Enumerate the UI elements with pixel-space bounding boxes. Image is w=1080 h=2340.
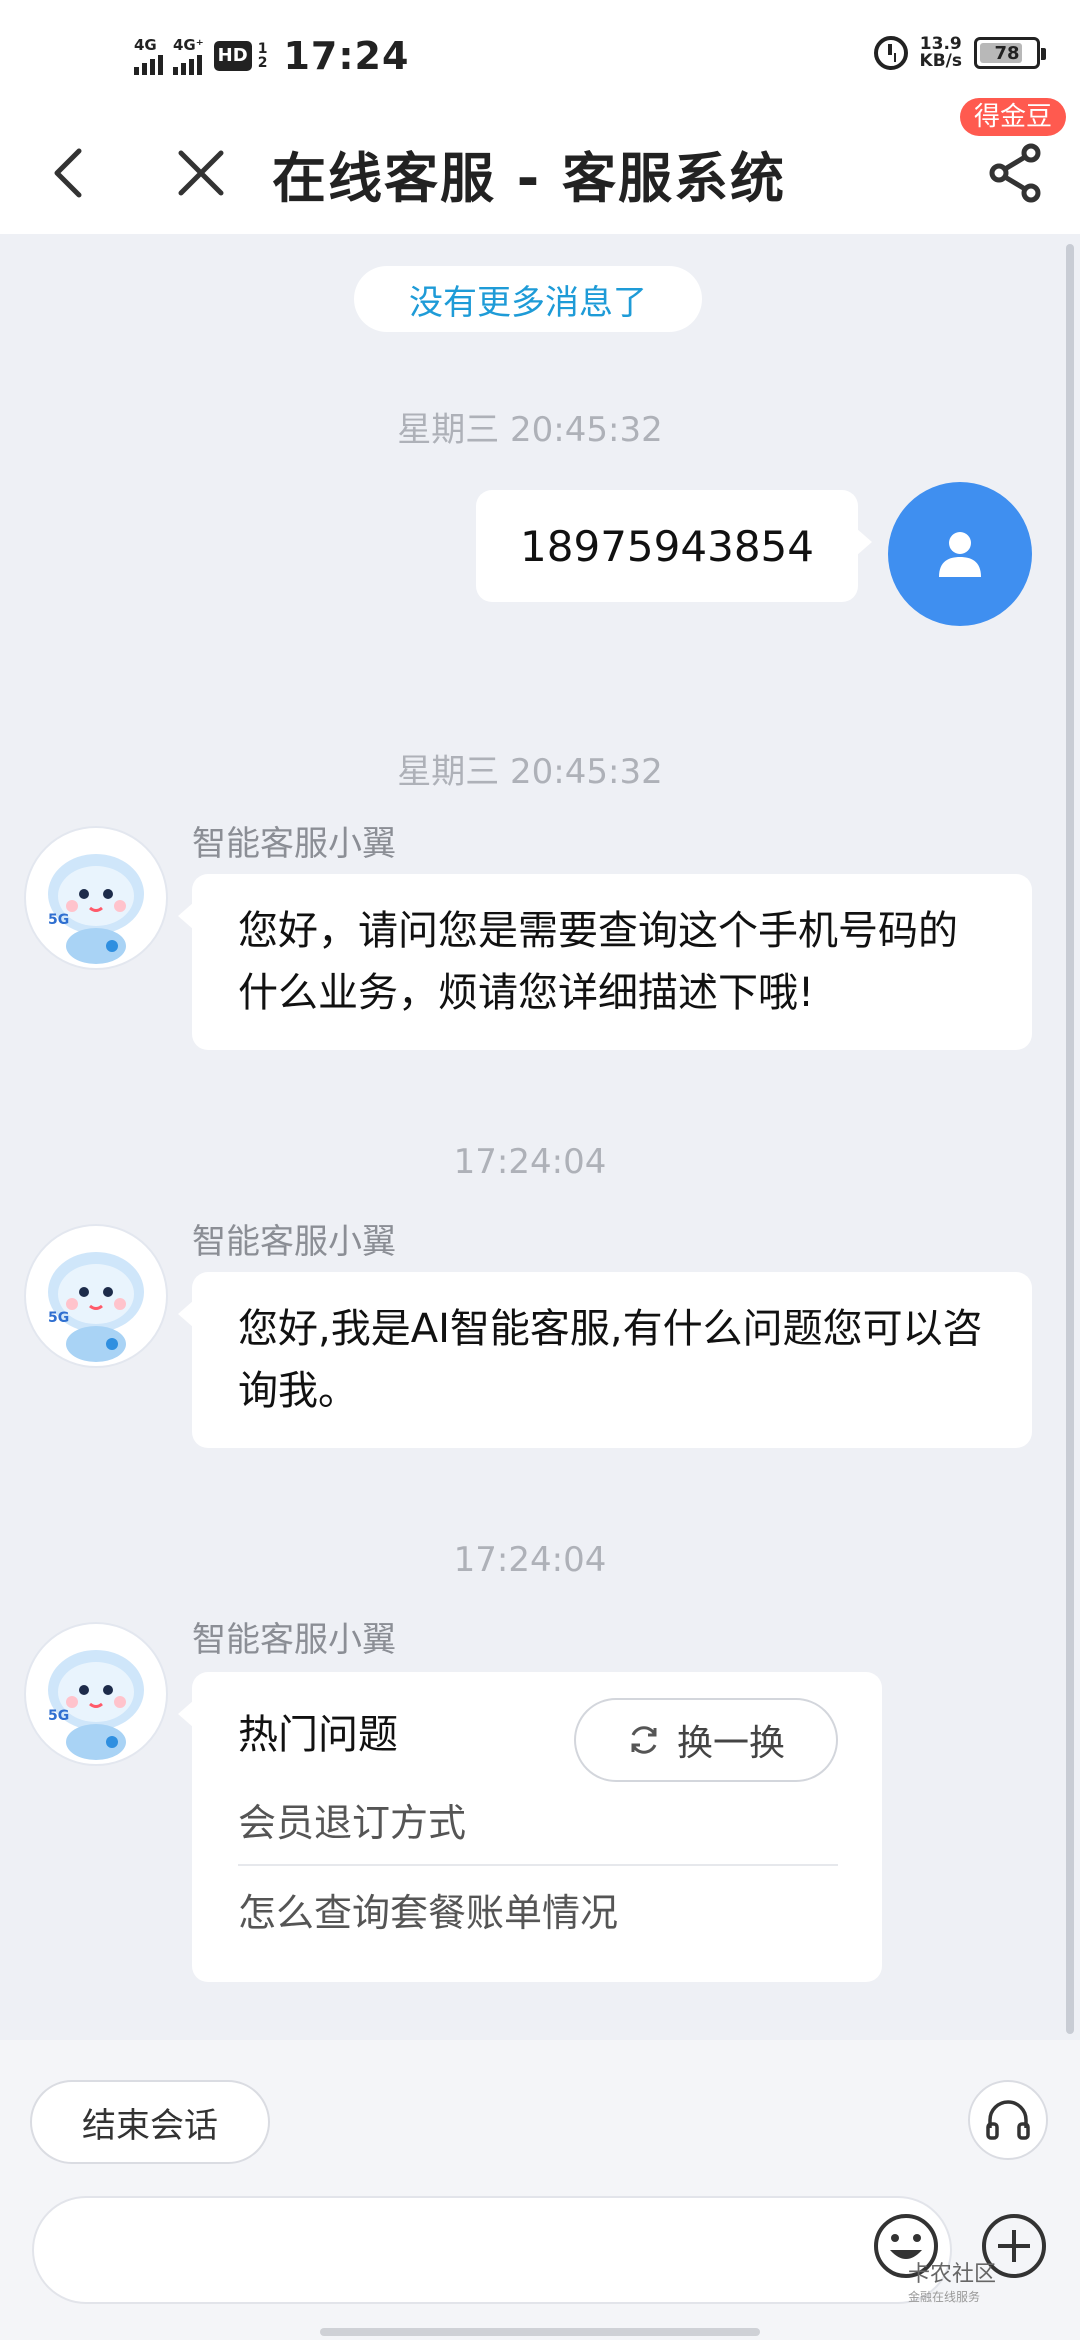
hd-voice-icon: HD: [213, 41, 252, 71]
alarm-icon: [873, 36, 908, 70]
share-icon: [989, 143, 1041, 203]
svg-text:5G: 5G: [48, 1310, 69, 1326]
bot-avatar: 5G: [24, 826, 168, 970]
network-speed: 13.9 KB/s: [919, 34, 962, 71]
user-message-bubble: 18975943854: [476, 490, 872, 602]
human-agent-button[interactable]: [968, 2080, 1048, 2160]
no-more-messages: 没有更多消息了: [354, 266, 702, 332]
chat-area[interactable]: 没有更多消息了 星期三 20:45:32 18975943854 星期三 20:…: [0, 234, 1080, 2040]
robot-mascot-icon: 5G: [48, 854, 144, 964]
message-input[interactable]: [32, 2196, 952, 2304]
bot-name: 智能客服小翼: [192, 1620, 396, 1660]
page-title: 在线客服 - 客服系统: [272, 147, 787, 210]
status-bar: 4G 4G⁺ HD 12 17:24 13.9 KB/s 78: [0, 0, 1080, 108]
battery-icon: 78: [974, 37, 1046, 69]
chevron-left-icon: [54, 148, 82, 198]
gold-bean-badge[interactable]: 得金豆: [959, 98, 1066, 136]
input-bar: 结束会话 卡农社区 金融在线服务: [0, 2040, 1080, 2340]
app-header: 在线客服 - 客服系统: [0, 108, 1080, 234]
bot-avatar: 5G: [24, 1622, 168, 1766]
hot-question-item[interactable]: 怎么查询套餐账单情况: [238, 1882, 838, 1937]
timestamp: 星期三 20:45:32: [397, 410, 663, 450]
share-button[interactable]: [980, 138, 1050, 208]
timestamp: 17:24:04: [453, 1142, 607, 1182]
headset-icon: [986, 2100, 1030, 2140]
status-time: 17:24: [283, 34, 410, 78]
bot-avatar: 5G: [24, 1224, 168, 1368]
user-avatar: [888, 482, 1032, 626]
robot-mascot-icon: 5G: [48, 1252, 144, 1362]
refresh-questions-button[interactable]: 换一换: [574, 1698, 838, 1782]
hot-question-item[interactable]: 会员退订方式: [238, 1792, 838, 1847]
bot-name: 智能客服小翼: [192, 1222, 396, 1262]
home-indicator[interactable]: [320, 2328, 760, 2336]
bot-message-bubble: 您好,我是AI智能客服,有什么问题您可以咨询我。: [178, 1272, 1032, 1448]
svg-text:5G: 5G: [48, 912, 69, 928]
refresh-icon: [631, 1726, 657, 1754]
signal-sim1-icon: 4G: [134, 37, 163, 75]
close-icon: [178, 150, 224, 196]
divider: [238, 1864, 838, 1866]
end-session-button[interactable]: 结束会话: [30, 2080, 270, 2164]
scrollbar[interactable]: [1066, 244, 1074, 2034]
timestamp: 17:24:04: [453, 1540, 607, 1580]
robot-mascot-icon: 5G: [48, 1650, 144, 1760]
battery-level: 78: [994, 42, 1020, 64]
svg-text:5G: 5G: [48, 1708, 69, 1724]
refresh-questions-label: 换一换: [676, 1723, 785, 1764]
timestamp: 星期三 20:45:32: [397, 752, 663, 792]
close-button[interactable]: [166, 138, 236, 208]
back-button[interactable]: [34, 138, 104, 208]
bot-name: 智能客服小翼: [192, 824, 396, 864]
hot-questions-title: 热门问题: [238, 1712, 398, 1758]
user-icon: [939, 532, 981, 577]
signal-sim2-icon: 4G⁺: [173, 37, 204, 75]
hd-sim-indicator: 12: [257, 41, 268, 71]
watermark: 卡农社区 金融在线服务: [908, 2262, 997, 2305]
hot-questions-card: 热门问题 换一换 会员退订方式 怎么查询套餐账单情况: [178, 1672, 882, 1982]
bot-message-bubble: 您好，请问您是需要查询这个手机号码的什么业务，烦请您详细描述下哦!: [178, 874, 1032, 1050]
